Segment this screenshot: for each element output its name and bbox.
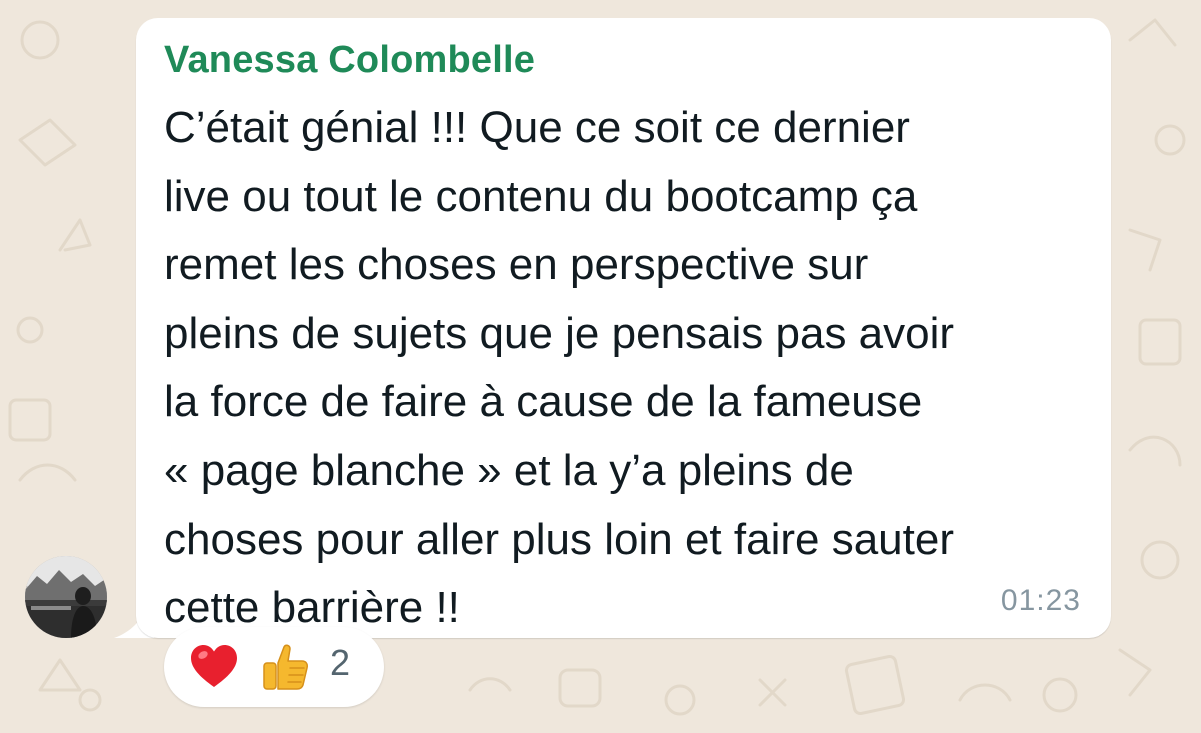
message-line: C’était génial !!! Que ce soit ce dernie… (164, 103, 910, 152)
message-line: live ou tout le contenu du bootcamp ça (164, 171, 918, 221)
reaction-count: 2 (330, 642, 351, 683)
message-line: pleins de sujets que je pensais pas avoi… (164, 308, 955, 358)
message-bubble[interactable]: Vanessa Colombelle C’était génial !!! Qu… (136, 18, 1111, 638)
reactions-pill[interactable]: 2 (164, 627, 384, 707)
avatar-photo (25, 556, 107, 638)
message-timestamp: 01:23 (1000, 584, 1081, 617)
sender-name[interactable]: Vanessa Colombelle (164, 38, 535, 82)
message-text: C’était génial !!! Que ce soit ce dernie… (164, 94, 1089, 643)
thumbs-up-icon (263, 644, 308, 690)
sender-avatar[interactable] (25, 556, 107, 638)
message-line: choses pour aller plus loin et faire sau… (164, 514, 954, 564)
message-line: la force de faire à cause de la fameuse (164, 377, 923, 427)
red-heart-icon (191, 645, 237, 687)
message-line: « page blanche » et la y’a pleins de (164, 445, 854, 495)
message-line: remet les choses en perspective sur (164, 240, 869, 290)
